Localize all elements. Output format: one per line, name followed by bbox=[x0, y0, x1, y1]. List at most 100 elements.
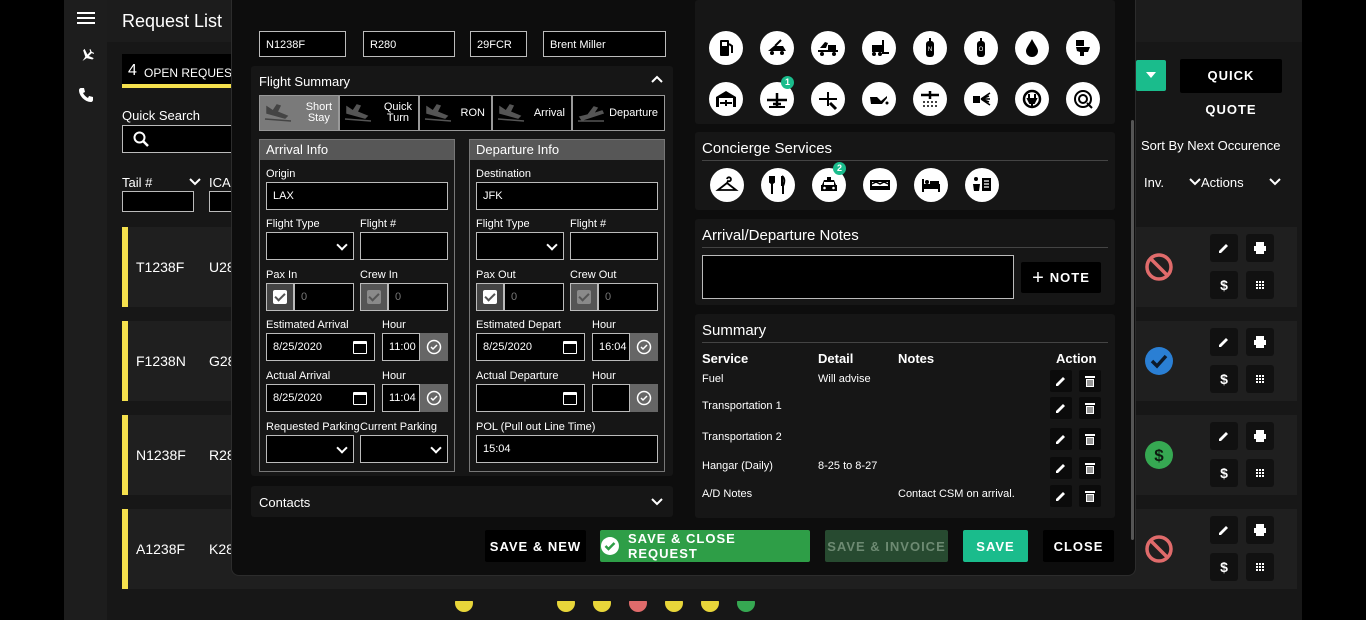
departure-flight-number-input[interactable] bbox=[570, 232, 658, 260]
account-code-field[interactable]: 29FCR bbox=[470, 31, 527, 57]
more-button[interactable] bbox=[1246, 271, 1274, 299]
ground-power-service-button[interactable] bbox=[1015, 82, 1049, 116]
fuel-pump-service-button[interactable] bbox=[709, 31, 743, 65]
more-button[interactable] bbox=[1246, 459, 1274, 487]
aircraft-type-field[interactable]: R280 bbox=[363, 31, 455, 57]
crew-out-checkbox[interactable] bbox=[570, 283, 598, 311]
confirm-hour-button[interactable] bbox=[420, 333, 448, 361]
flight-type-departure[interactable]: Departure bbox=[572, 95, 665, 131]
chevron-down-icon[interactable] bbox=[189, 178, 201, 186]
arrival-flight-type-select[interactable] bbox=[266, 232, 354, 260]
lavatory-service-button[interactable] bbox=[1066, 31, 1100, 65]
col-tail-header[interactable]: Tail # bbox=[122, 175, 152, 190]
save-close-request-button[interactable]: SAVE & CLOSE REQUEST bbox=[600, 530, 810, 562]
summary-delete-button[interactable] bbox=[1079, 397, 1101, 419]
chevron-up-icon[interactable] bbox=[651, 75, 663, 83]
tail-number-field[interactable]: N1238F bbox=[259, 31, 346, 57]
actual-arrival-date-input[interactable]: 8/25/2020 bbox=[266, 384, 375, 412]
summary-edit-button[interactable] bbox=[1050, 457, 1072, 479]
origin-input[interactable]: LAX bbox=[266, 182, 448, 210]
summary-delete-button[interactable] bbox=[1079, 457, 1101, 479]
edit-button[interactable] bbox=[1210, 516, 1238, 544]
more-button[interactable] bbox=[1246, 553, 1274, 581]
contact-name-field[interactable]: Brent Miller bbox=[543, 31, 666, 57]
gpu-cart-service-button[interactable] bbox=[1066, 82, 1100, 116]
hamburger-menu-icon[interactable] bbox=[64, 10, 107, 31]
billing-button[interactable]: $ bbox=[1210, 459, 1238, 487]
hotel-bed-service-button[interactable] bbox=[914, 168, 948, 202]
oil-can-service-button[interactable] bbox=[862, 82, 896, 116]
summary-delete-button[interactable] bbox=[1079, 370, 1101, 392]
calendar-icon[interactable] bbox=[563, 392, 577, 405]
pol-input[interactable]: 15:04 bbox=[476, 435, 658, 463]
confirm-hour-button[interactable] bbox=[630, 333, 658, 361]
save-invoice-button[interactable]: SAVE & INVOICE bbox=[825, 530, 948, 562]
summary-edit-button[interactable] bbox=[1050, 397, 1072, 419]
summary-delete-button[interactable] bbox=[1079, 428, 1101, 450]
estimated-depart-date-input[interactable]: 8/25/2020 bbox=[476, 333, 585, 361]
flight-type-arrival[interactable]: Arrival bbox=[492, 95, 572, 131]
dropdown-toggle-button[interactable] bbox=[1136, 60, 1166, 91]
flight-type-quick-turn[interactable]: Quick Turn bbox=[339, 95, 419, 131]
catering-service-button[interactable] bbox=[761, 168, 795, 202]
phone-nav-icon[interactable] bbox=[64, 87, 107, 108]
print-button[interactable] bbox=[1246, 422, 1274, 450]
billing-button[interactable]: $ bbox=[1210, 365, 1238, 393]
estimated-depart-hour-input[interactable]: 16:04 bbox=[592, 333, 630, 361]
chevron-down-icon[interactable] bbox=[651, 498, 663, 506]
confirm-hour-button[interactable] bbox=[420, 384, 448, 412]
maintenance-service-button[interactable] bbox=[811, 82, 845, 116]
modal-scrollbar[interactable] bbox=[1131, 120, 1134, 540]
quick-search-input[interactable] bbox=[122, 125, 232, 153]
forklift-service-button[interactable] bbox=[862, 31, 896, 65]
quick-quote-button[interactable]: QUICK QUOTE bbox=[1180, 59, 1282, 117]
pax-out-checkbox[interactable] bbox=[476, 283, 504, 311]
destination-input[interactable]: JFK bbox=[476, 182, 658, 210]
departure-flight-type-select[interactable] bbox=[476, 232, 564, 260]
close-button[interactable]: CLOSE bbox=[1043, 530, 1114, 562]
add-note-button[interactable]: + NOTE bbox=[1021, 262, 1101, 293]
pax-in-checkbox[interactable] bbox=[266, 283, 294, 311]
pax-out-input[interactable]: 0 bbox=[504, 283, 564, 311]
notes-textarea[interactable] bbox=[702, 255, 1014, 299]
col-actions-header[interactable]: Actions bbox=[1201, 175, 1244, 190]
arrival-flight-number-input[interactable] bbox=[360, 232, 448, 260]
crew-in-checkbox[interactable] bbox=[360, 283, 388, 311]
airplane-nav-icon[interactable] bbox=[64, 48, 107, 69]
billing-button[interactable]: $ bbox=[1210, 271, 1238, 299]
estimated-arrival-hour-input[interactable]: 11:00 bbox=[382, 333, 420, 361]
print-button[interactable] bbox=[1246, 328, 1274, 356]
edit-button[interactable] bbox=[1210, 234, 1238, 262]
rental-car-service-button[interactable] bbox=[863, 168, 897, 202]
tail-filter-input[interactable] bbox=[122, 191, 194, 212]
open-requests-tab[interactable]: 4 OPEN REQUEST bbox=[122, 54, 242, 88]
oxygen-tank-service-button[interactable]: O bbox=[964, 31, 998, 65]
summary-edit-button[interactable] bbox=[1050, 370, 1072, 392]
more-button[interactable] bbox=[1246, 365, 1274, 393]
summary-edit-button[interactable] bbox=[1050, 428, 1072, 450]
calendar-icon[interactable] bbox=[353, 392, 367, 405]
actual-arrival-hour-input[interactable]: 11:04 bbox=[382, 384, 420, 412]
requested-parking-select[interactable] bbox=[266, 435, 354, 463]
edit-button[interactable] bbox=[1210, 328, 1238, 356]
baggage-cart-service-button[interactable] bbox=[811, 31, 845, 65]
crew-in-input[interactable]: 0 bbox=[388, 283, 448, 311]
deice-service-button[interactable] bbox=[913, 82, 947, 116]
contacts-panel[interactable]: Contacts bbox=[251, 486, 673, 517]
print-button[interactable] bbox=[1246, 234, 1274, 262]
current-parking-select[interactable] bbox=[360, 435, 448, 463]
save-button[interactable]: SAVE bbox=[963, 530, 1028, 562]
water-drop-service-button[interactable] bbox=[1015, 31, 1049, 65]
flight-type-short-stay[interactable]: Short Stay bbox=[259, 95, 339, 131]
confirm-hour-button[interactable] bbox=[630, 384, 658, 412]
spray-wash-service-button[interactable] bbox=[964, 82, 998, 116]
billing-button[interactable]: $ bbox=[1210, 553, 1238, 581]
flight-type-ron[interactable]: RON bbox=[419, 95, 492, 131]
hanger-laundry-service-button[interactable] bbox=[710, 168, 744, 202]
actual-departure-hour-input[interactable] bbox=[592, 384, 630, 412]
edit-button[interactable] bbox=[1210, 422, 1238, 450]
summary-delete-button[interactable] bbox=[1079, 485, 1101, 507]
estimated-arrival-date-input[interactable]: 8/25/2020 bbox=[266, 333, 375, 361]
pax-in-input[interactable]: 0 bbox=[294, 283, 354, 311]
nitrogen-tank-service-button[interactable]: N bbox=[913, 31, 947, 65]
